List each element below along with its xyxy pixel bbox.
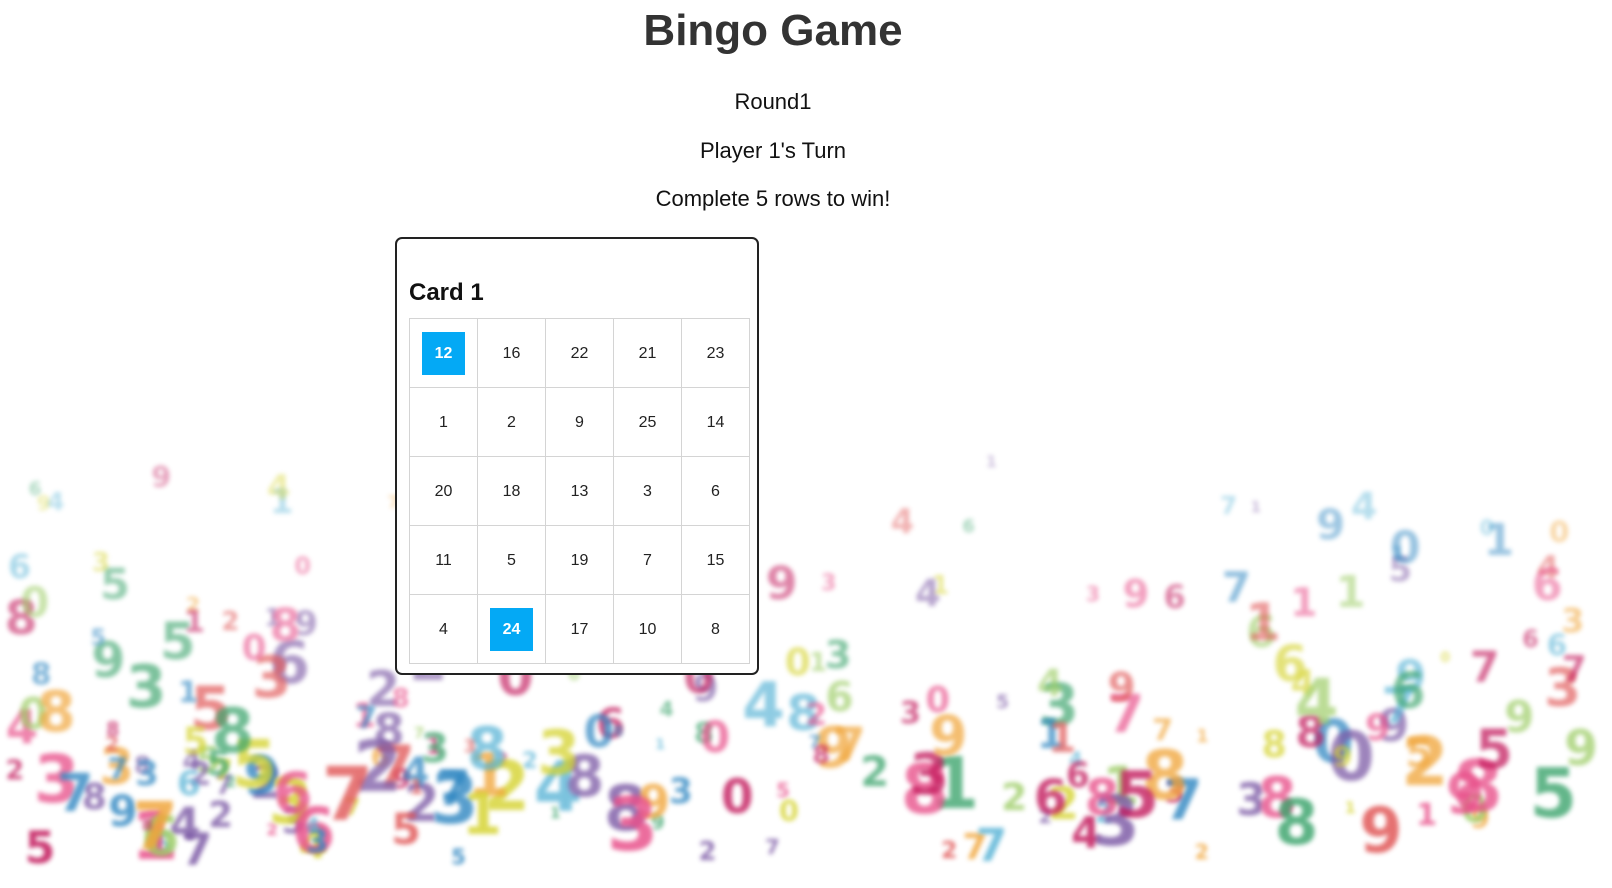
bingo-cell[interactable]: 10: [613, 594, 682, 664]
bingo-cell[interactable]: 14: [681, 387, 750, 457]
bingo-cell[interactable]: 9: [545, 387, 614, 457]
bingo-cell[interactable]: 8: [681, 594, 750, 664]
bingo-cell[interactable]: 21: [613, 318, 682, 388]
marked-number: 24: [490, 607, 533, 651]
bingo-cell[interactable]: 11: [409, 525, 478, 595]
bingo-cell[interactable]: 20: [409, 456, 478, 526]
bingo-grid: 12 16 22 21 23 1 2 9 25 14 20 18 13 3 6 11 5 19 7 15 4 24 17 10…: [409, 318, 750, 664]
bingo-cell[interactable]: 23: [681, 318, 750, 388]
win-condition-text: Complete 5 rows to win!: [655, 186, 891, 211]
cell-number: 22: [570, 344, 589, 362]
cell-number: 21: [638, 344, 657, 362]
cell-number: 4: [439, 620, 448, 638]
cell-number: 23: [706, 344, 725, 362]
grid-row: 1 2 9 25 14: [409, 387, 750, 457]
cell-number: 7: [643, 551, 652, 569]
grid-row: 4 24 17 10 8: [409, 594, 750, 664]
cell-number: 16: [502, 344, 521, 362]
cell-number: 18: [502, 482, 521, 500]
cell-number: 11: [435, 551, 452, 569]
cell-number: 3: [643, 482, 652, 500]
bingo-cell[interactable]: 5: [477, 525, 546, 595]
page-title: Bingo Game: [643, 6, 903, 55]
bingo-cell[interactable]: 2: [477, 387, 546, 457]
cell-number: 5: [507, 551, 516, 569]
bingo-cell[interactable]: 3: [613, 456, 682, 526]
bingo-cell[interactable]: 7: [613, 525, 682, 595]
bingo-cell[interactable]: 24: [477, 594, 546, 664]
bingo-cell[interactable]: 19: [545, 525, 614, 595]
grid-row: 12 16 22 21 23: [409, 318, 750, 388]
cell-number: 8: [711, 620, 720, 638]
grid-row: 11 5 19 7 15: [409, 525, 750, 595]
cell-number: 9: [575, 413, 584, 431]
bingo-cell[interactable]: 16: [477, 318, 546, 388]
cell-number: 14: [706, 413, 725, 431]
cell-number: 20: [434, 482, 453, 500]
cell-number: 17: [570, 620, 589, 638]
bingo-cell[interactable]: 25: [613, 387, 682, 457]
bingo-cell[interactable]: 22: [545, 318, 614, 388]
grid-row: 20 18 13 3 6: [409, 456, 750, 526]
cell-number: 1: [439, 413, 448, 431]
round-indicator: Round1: [734, 89, 812, 114]
bingo-cell[interactable]: 4: [409, 594, 478, 664]
marked-number: 12: [422, 331, 465, 375]
cell-number: 2: [507, 413, 516, 431]
bingo-cell[interactable]: 12: [409, 318, 478, 388]
cell-number: 15: [706, 551, 725, 569]
turn-indicator: Player 1's Turn: [699, 138, 847, 163]
bingo-cell[interactable]: 13: [545, 456, 614, 526]
bingo-cell[interactable]: 17: [545, 594, 614, 664]
bingo-cell[interactable]: 6: [681, 456, 750, 526]
cell-number: 25: [638, 413, 657, 431]
cell-number: 13: [570, 482, 589, 500]
card-title: Card 1: [409, 279, 484, 306]
bingo-cell[interactable]: 18: [477, 456, 546, 526]
background-numbers-pattern: 4522146238709879530911204311460654894389…: [4, 426, 1598, 877]
cell-number: 19: [570, 551, 589, 569]
bingo-cell[interactable]: 1: [409, 387, 478, 457]
bingo-cell[interactable]: 15: [681, 525, 750, 595]
bingo-card: Card 1 12 16 22 21 23 1 2 9 25 14 20 18 13 3 6 11 5 19 7 15…: [395, 237, 759, 675]
cell-number: 6: [711, 482, 720, 500]
cell-number: 10: [638, 620, 657, 638]
